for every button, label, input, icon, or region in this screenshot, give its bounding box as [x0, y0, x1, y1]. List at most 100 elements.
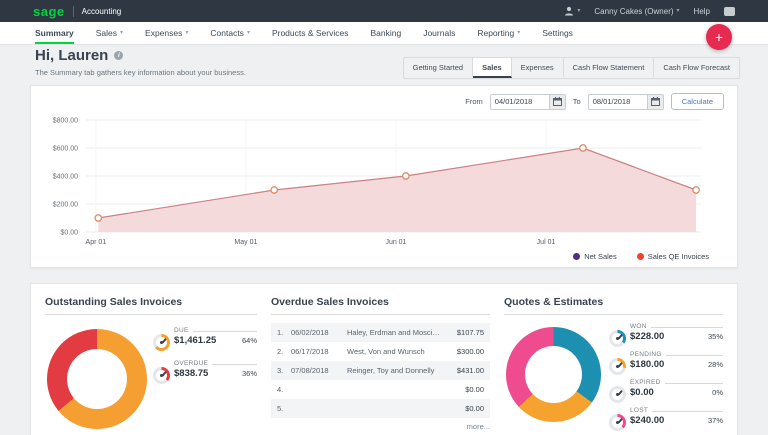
stat-percent: 0%: [712, 388, 723, 397]
sales-chart-card: From To Calculate $800.00$600.00$400.00$…: [30, 85, 738, 268]
nav-item-settings[interactable]: Settings: [542, 22, 573, 44]
nav-label: Contacts: [210, 28, 244, 38]
from-date-input[interactable]: [491, 95, 549, 109]
add-new-fab-button[interactable]: +: [706, 24, 732, 50]
legend-net-sales[interactable]: Net Sales: [573, 252, 617, 261]
invoice-number: 2.: [277, 347, 291, 356]
stat-percent: 36%: [242, 369, 257, 378]
calculate-button[interactable]: Calculate: [671, 93, 724, 110]
nav-item-reporting[interactable]: Reporting▾: [477, 22, 520, 44]
page-header: Hi, Lauren i The Summary tab gathers key…: [35, 47, 246, 77]
stat-label: OVERDUE: [174, 360, 208, 367]
sales-area-chart: $800.00$600.00$400.00$200.00$0.00Apr 01M…: [31, 112, 737, 250]
tab-cash-flow-forecast[interactable]: Cash Flow Forecast: [654, 58, 739, 78]
more-link[interactable]: more...: [271, 422, 490, 431]
stat-due[interactable]: DUE $1,461.2564%: [153, 327, 257, 351]
nav-label: Summary: [35, 28, 74, 38]
lost-gauge-icon: [609, 414, 626, 431]
calendar-icon[interactable]: [647, 95, 663, 109]
legend-label: Net Sales: [584, 252, 617, 261]
invoice-date: 06/17/2018: [291, 347, 347, 356]
nav-item-banking[interactable]: Banking: [370, 22, 401, 44]
nav-item-sales[interactable]: Sales▾: [96, 22, 123, 44]
stat-pending[interactable]: PENDING $180.00 28%: [609, 351, 723, 375]
calendar-icon[interactable]: [549, 95, 565, 109]
nav-item-journals[interactable]: Journals: [423, 22, 455, 44]
summary-tabs: Getting Started Sales Expenses Cash Flow…: [403, 57, 740, 79]
table-row[interactable]: 1. 06/02/2018 Haley, Erdman and Mosciski…: [271, 323, 490, 342]
summary-panels-card: Outstanding Sales Invoices DUE $1,461.25…: [30, 283, 738, 435]
table-row[interactable]: 4. $0.00: [271, 380, 490, 399]
stat-percent: 28%: [708, 360, 723, 369]
chevron-down-icon: ▾: [677, 8, 680, 14]
page-title: Hi, Lauren: [35, 47, 108, 64]
stat-overdue[interactable]: OVERDUE $838.7536%: [153, 360, 257, 384]
from-label: From: [465, 97, 483, 106]
chevron-down-icon: ▾: [185, 30, 188, 36]
svg-text:Jun 01: Jun 01: [385, 239, 406, 246]
invoice-customer: Reinger, Toy and Donnelly: [347, 366, 440, 375]
quotes-stats: WON $228.00 35% PENDING $180.00 28%: [609, 323, 723, 431]
svg-text:$0.00: $0.00: [60, 230, 78, 237]
tab-cash-flow-statement[interactable]: Cash Flow Statement: [564, 58, 655, 78]
invoice-number: 3.: [277, 366, 291, 375]
invoice-number: 4.: [277, 385, 291, 394]
table-row[interactable]: 5. $0.00: [271, 399, 490, 418]
company-menu[interactable]: Canny Cakes (Owner) ▾: [594, 7, 679, 16]
info-icon[interactable]: i: [114, 51, 123, 60]
stat-amount: $228.00: [630, 331, 664, 342]
stat-amount: $180.00: [630, 359, 664, 370]
sage-logo[interactable]: sage: [33, 5, 65, 18]
stat-amount: $1,461.25: [174, 335, 216, 346]
nav-label: Journals: [423, 28, 455, 38]
table-row[interactable]: 2. 06/17/2018 West, Von and Wunsch $300.…: [271, 342, 490, 361]
tab-getting-started[interactable]: Getting Started: [404, 58, 473, 78]
nav-item-contacts[interactable]: Contacts▾: [210, 22, 250, 44]
user-avatar-menu[interactable]: ▾: [564, 6, 580, 16]
area-chart-svg: $800.00$600.00$400.00$200.00$0.00Apr 01M…: [31, 112, 711, 248]
stat-rule: [212, 364, 257, 365]
chart-legend: Net Sales Sales QE Invoices: [31, 252, 709, 261]
help-link[interactable]: Help: [694, 7, 710, 16]
topbar: sage Accounting ▾ Canny Cakes (Owner) ▾ …: [0, 0, 768, 22]
invoice-amount: $431.00: [440, 366, 484, 375]
person-icon: [564, 6, 574, 16]
stat-rule: [665, 383, 723, 384]
stat-label: WON: [630, 323, 647, 330]
to-date-input[interactable]: [589, 95, 647, 109]
legend-sales-qe-invoices[interactable]: Sales QE Invoices: [637, 252, 709, 261]
topbar-right: ▾ Canny Cakes (Owner) ▾ Help: [564, 6, 735, 16]
quotes-donut-chart[interactable]: [506, 327, 601, 422]
nav-item-products-services[interactable]: Products & Services: [272, 22, 349, 44]
won-gauge-icon: [609, 330, 626, 347]
stat-amount: $0.00: [630, 387, 654, 398]
stat-won[interactable]: WON $228.00 35%: [609, 323, 723, 347]
brand-divider: [73, 6, 74, 17]
chevron-down-icon: ▾: [517, 30, 520, 36]
sage-accounting-dashboard: sage Accounting ▾ Canny Cakes (Owner) ▾ …: [0, 0, 768, 435]
stat-rule: [666, 355, 723, 356]
svg-text:Jul 01: Jul 01: [537, 239, 556, 246]
stat-expired[interactable]: EXPIRED $0.00 0%: [609, 379, 723, 403]
brand-group: sage Accounting: [33, 5, 121, 18]
table-row[interactable]: 3. 07/08/2018 Reinger, Toy and Donnelly …: [271, 361, 490, 380]
chat-icon[interactable]: [724, 7, 735, 16]
chevron-down-icon: ▾: [247, 30, 250, 36]
tab-sales[interactable]: Sales: [473, 58, 512, 78]
from-date-field: [490, 94, 566, 110]
nav-item-expenses[interactable]: Expenses▾: [145, 22, 188, 44]
to-label: To: [573, 97, 581, 106]
nav-item-summary[interactable]: Summary: [35, 22, 74, 44]
tab-expenses[interactable]: Expenses: [512, 58, 564, 78]
stat-lost[interactable]: LOST $240.0037%: [609, 407, 723, 431]
svg-text:Apr 01: Apr 01: [86, 239, 107, 246]
page-subtitle: The Summary tab gathers key information …: [35, 68, 246, 77]
invoice-date: 07/08/2018: [291, 366, 347, 375]
outstanding-donut-chart[interactable]: [47, 329, 147, 429]
stat-percent: 35%: [708, 332, 723, 341]
stat-label: EXPIRED: [630, 379, 661, 386]
stat-label: PENDING: [630, 351, 662, 358]
stat-percent: 37%: [708, 416, 723, 425]
invoice-amount: $0.00: [440, 404, 484, 413]
svg-text:$200.00: $200.00: [53, 202, 78, 209]
